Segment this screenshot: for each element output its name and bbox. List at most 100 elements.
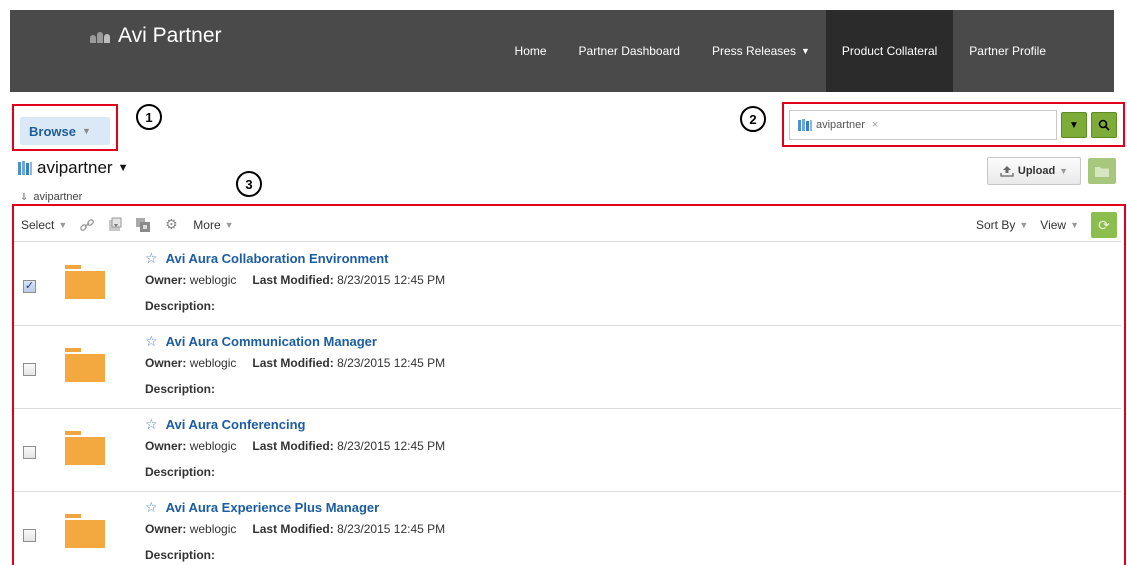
item-title-link[interactable]: Avi Aura Collaboration Environment	[166, 251, 389, 266]
browse-button[interactable]: Browse ▼	[20, 117, 110, 145]
item-meta: Owner: weblogic Last Modified: 8/23/2015…	[145, 439, 445, 453]
item-meta: Owner: weblogic Last Modified: 8/23/2015…	[145, 356, 445, 370]
caret-down-icon: ▼	[58, 219, 68, 230]
refresh-icon: ⟳	[1098, 216, 1110, 233]
folder-icon[interactable]	[65, 348, 105, 382]
folder-list: ✓ ☆ Avi Aura Collaboration Environment O…	[14, 243, 1121, 565]
modified-label: Last Modified:	[252, 522, 334, 536]
list-item[interactable]: ☆ Avi Aura Communication Manager Owner: …	[14, 326, 1121, 409]
row-checkbox[interactable]	[23, 363, 36, 376]
folder-icon[interactable]	[65, 265, 105, 299]
breadcrumb-item[interactable]: avipartner	[33, 191, 82, 203]
caret-down-icon: ▼	[81, 126, 91, 136]
search-options-button[interactable]: ▼	[1061, 112, 1087, 138]
brand-logo[interactable]: Avi Partner	[90, 24, 222, 48]
nav-product-collateral[interactable]: Product Collateral	[825, 10, 954, 92]
library-icon	[18, 161, 32, 175]
list-item[interactable]: ☆ Avi Aura Conferencing Owner: weblogic …	[14, 409, 1121, 492]
nav-partner-dashboard[interactable]: Partner Dashboard	[563, 10, 696, 92]
star-icon[interactable]: ☆	[145, 250, 158, 267]
item-title-link[interactable]: Avi Aura Communication Manager	[166, 334, 377, 349]
toolbar-right: Sort By ▼ View ▼ ⟳	[976, 212, 1117, 238]
nav-partner-profile-label: Partner Profile	[969, 44, 1046, 58]
modified-label: Last Modified:	[252, 273, 334, 287]
upload-button[interactable]: Upload ▼	[987, 157, 1081, 185]
item-title: ☆ Avi Aura Collaboration Environment	[145, 250, 389, 267]
nav-partner-profile[interactable]: Partner Profile	[953, 10, 1114, 92]
gear-icon[interactable]: ⚙	[163, 216, 179, 233]
more-label: More	[193, 217, 221, 232]
search-input[interactable]: avipartner ×	[789, 110, 1057, 140]
top-navigation-bar: Avi Partner Home Partner Dashboard Press…	[10, 10, 1114, 92]
content-toolbar: Select ▼ ⚙ More ▼ Sort By ▼ View ▼ ⟳	[14, 208, 1121, 242]
refresh-button[interactable]: ⟳	[1091, 212, 1117, 238]
library-title-label: avipartner	[37, 158, 113, 177]
callout-3: 3	[236, 171, 262, 197]
owner-value: weblogic	[189, 439, 237, 453]
browse-label: Browse	[29, 123, 76, 139]
library-icon	[798, 119, 812, 131]
callout-1: 1	[136, 104, 162, 130]
link-icon[interactable]	[79, 217, 95, 233]
row-checkbox[interactable]: ✓	[23, 280, 36, 293]
callout-2: 2	[740, 106, 766, 132]
item-title: ☆ Avi Aura Communication Manager	[145, 333, 377, 350]
owner-label: Owner:	[145, 273, 187, 287]
nav-home-label: Home	[514, 44, 547, 58]
item-meta: Owner: weblogic Last Modified: 8/23/2015…	[145, 522, 445, 536]
search-chip-label: avipartner	[816, 119, 865, 131]
nav-press-releases-label: Press Releases	[711, 44, 796, 58]
select-menu[interactable]: Select ▼	[21, 218, 67, 232]
folder-icon	[1095, 166, 1109, 177]
more-menu[interactable]: More ▼	[193, 218, 233, 232]
star-icon[interactable]: ☆	[145, 416, 158, 433]
copy-icon[interactable]	[135, 217, 151, 233]
folder-icon[interactable]	[65, 431, 105, 465]
down-arrow-icon: ⇓	[20, 191, 29, 203]
search-filter-chip[interactable]: avipartner ×	[798, 119, 878, 131]
caret-down-icon: ▼	[117, 162, 129, 174]
sort-by-label: Sort By	[976, 218, 1016, 232]
modified-value: 8/23/2015 12:45 PM	[337, 439, 446, 453]
modified-label: Last Modified:	[252, 439, 334, 453]
remove-chip-icon[interactable]: ×	[872, 119, 878, 131]
new-folder-button[interactable]	[1088, 158, 1116, 184]
search-button[interactable]	[1091, 112, 1117, 138]
list-item[interactable]: ✓ ☆ Avi Aura Collaboration Environment O…	[14, 243, 1121, 326]
upload-icon	[1000, 166, 1014, 177]
move-icon[interactable]	[107, 217, 123, 233]
upload-label: Upload	[1017, 165, 1056, 177]
nav-home[interactable]: Home	[499, 10, 563, 92]
modified-value: 8/23/2015 12:45 PM	[337, 522, 446, 536]
nav-partner-dashboard-label: Partner Dashboard	[578, 44, 680, 58]
item-title-link[interactable]: Avi Aura Experience Plus Manager	[166, 500, 380, 515]
caret-down-icon: ▼	[1070, 220, 1079, 230]
owner-value: weblogic	[189, 356, 237, 370]
sort-by-menu[interactable]: Sort By ▼	[976, 218, 1028, 232]
view-menu[interactable]: View ▼	[1040, 218, 1079, 232]
description-label: Description:	[145, 465, 216, 479]
row-checkbox[interactable]	[23, 446, 36, 459]
owner-label: Owner:	[145, 439, 187, 453]
description-label: Description:	[145, 382, 216, 396]
star-icon[interactable]: ☆	[145, 333, 158, 350]
owner-value: weblogic	[189, 273, 237, 287]
list-item[interactable]: ☆ Avi Aura Experience Plus Manager Owner…	[14, 492, 1121, 565]
people-logo-icon	[90, 29, 114, 43]
select-label: Select	[21, 217, 55, 232]
owner-label: Owner:	[145, 356, 187, 370]
row-checkbox[interactable]	[23, 529, 36, 542]
library-title[interactable]: avipartner ▼	[18, 158, 129, 178]
item-title-link[interactable]: Avi Aura Conferencing	[166, 417, 306, 432]
owner-value: weblogic	[189, 522, 237, 536]
breadcrumb: ⇓ avipartner	[20, 191, 82, 203]
caret-down-icon: ▼	[224, 219, 234, 230]
star-icon[interactable]: ☆	[145, 499, 158, 516]
caret-down-icon: ▼	[1069, 119, 1079, 131]
nav-press-releases[interactable]: Press Releases ▼	[696, 10, 826, 92]
magnifier-icon	[1098, 119, 1110, 131]
description-label: Description:	[145, 548, 216, 562]
caret-down-icon: ▼	[1059, 166, 1069, 176]
folder-icon[interactable]	[65, 514, 105, 548]
caret-down-icon: ▼	[1019, 220, 1029, 230]
